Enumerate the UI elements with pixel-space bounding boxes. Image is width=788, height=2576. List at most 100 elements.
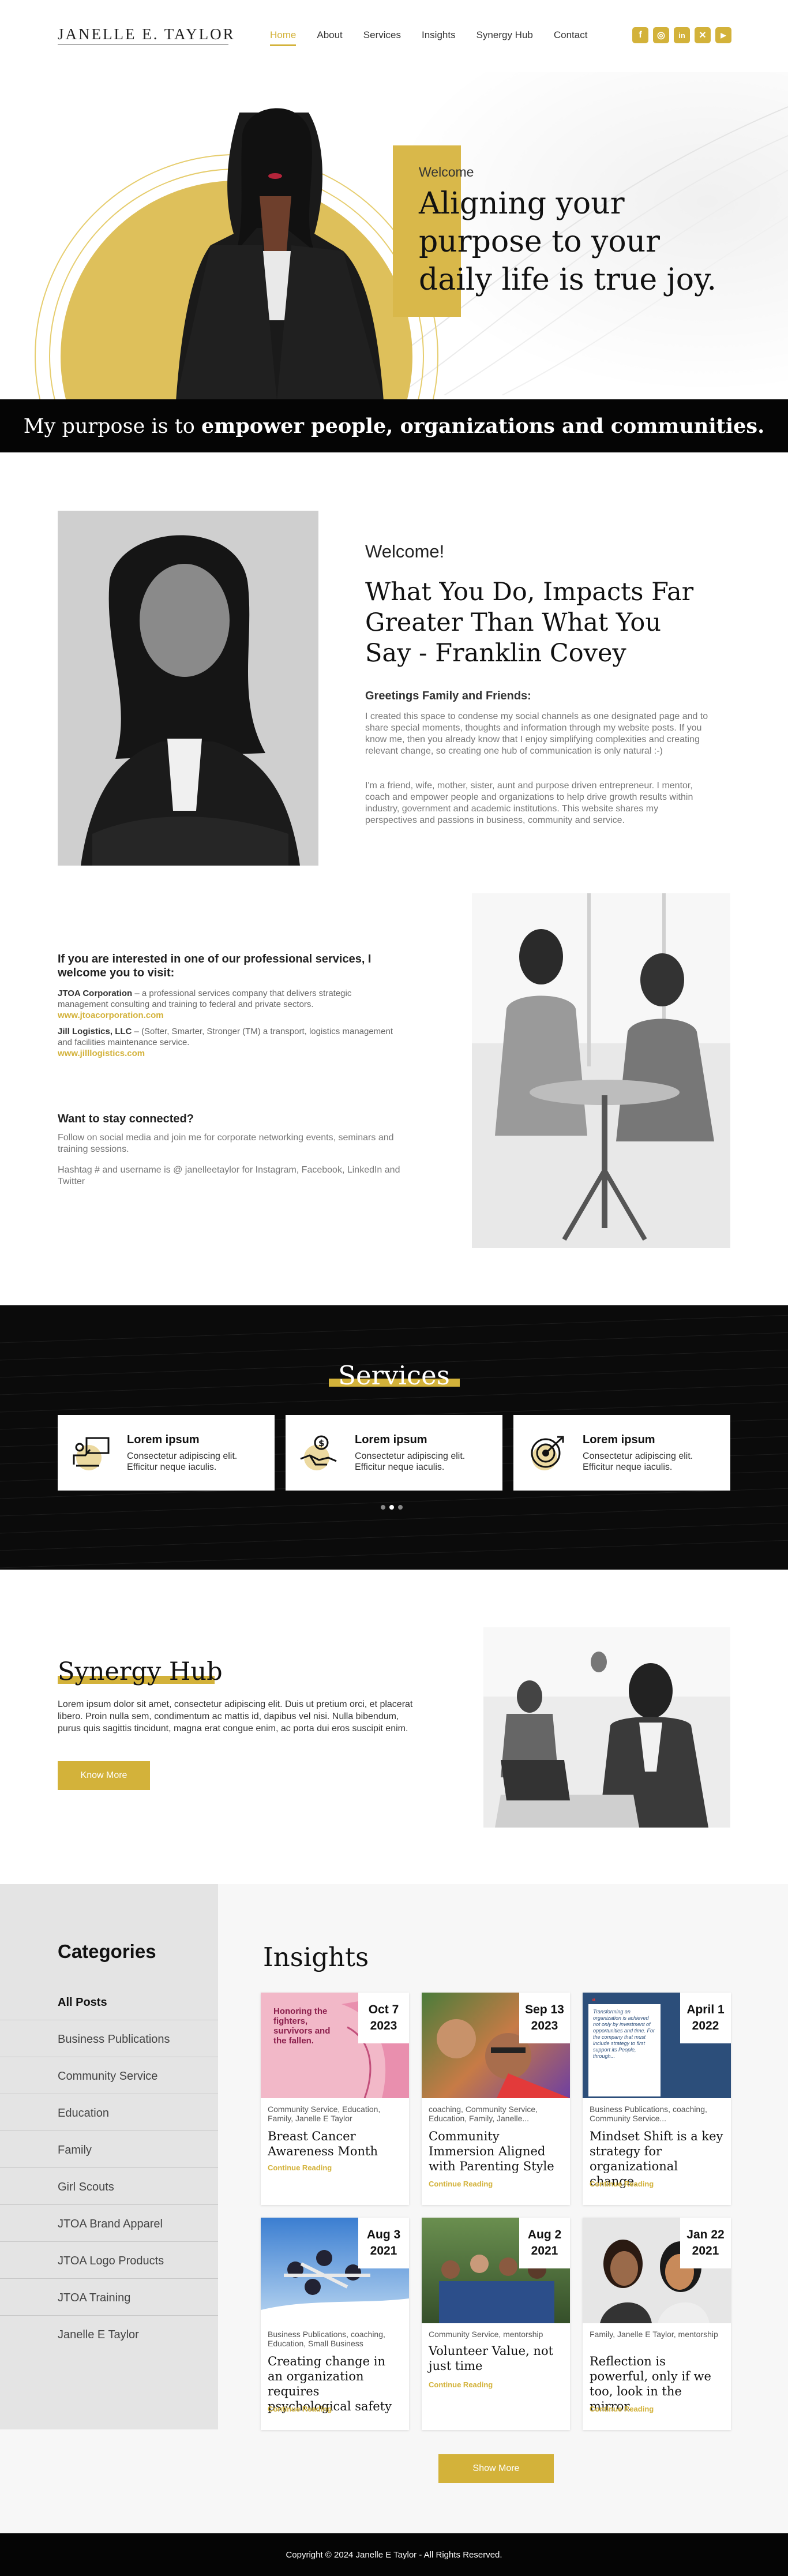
svg-text:$: $ [318,1438,324,1448]
insights-section: Categories All Posts Business Publicatio… [0,1884,788,2533]
company-link[interactable]: www.jtoacorporation.com [58,1010,164,1020]
target-icon [531,1436,564,1470]
post-date-year: 2021 [531,2244,558,2257]
company-link[interactable]: www.jilllogistics.com [58,1049,145,1058]
site-footer: Copyright © 2024 Janelle E Taylor - All … [0,2533,788,2576]
service-card-desc: Consectetur adipiscing elit. Efficitur n… [583,1451,693,1472]
youtube-icon[interactable]: ▶ [715,27,731,43]
post-date-day: April 1 [686,2003,725,2016]
nav-synergy-hub[interactable]: Synergy Hub [476,29,533,46]
continue-reading-link[interactable]: Continue Reading [590,2405,654,2413]
copyright-text: Copyright © 2024 Janelle E Taylor - All … [286,2549,502,2560]
carousel-dot[interactable] [398,1505,403,1510]
post-date-day: Aug 2 [527,2228,562,2241]
hero-quote: Aligning your purpose to your daily life… [419,186,717,297]
continue-reading-link[interactable]: Continue Reading [429,2380,493,2389]
nav-home[interactable]: Home [270,29,297,46]
post-date-day: Jan 22 [686,2228,725,2241]
service-card-1[interactable]: Lorem ipsum Consectetur adipiscing elit.… [58,1415,275,1491]
post-card[interactable]: Jan 22 2021 Family, Janelle E Taylor, men… [583,2218,731,2430]
company-name: JTOA Corporation [58,989,133,998]
x-icon[interactable]: ✕ [695,27,711,43]
service-card-title: Lorem ipsum [355,1433,427,1446]
hashtag-text: Hashtag # and username is @ janelleetayl… [58,1165,400,1186]
category-education[interactable]: Education [0,2094,218,2131]
service-card-2[interactable]: $ Lorem ipsum Consectetur adipiscing eli… [286,1415,502,1491]
list-item: Jill Logistics, LLC – (Softer, Smarter, … [58,1026,404,1059]
post-image-text: Transforming an organization is achieved… [588,2004,661,2096]
services-section: Services Lorem ipsum Consectetur adipisc… [0,1305,788,1570]
categories-sidebar: Categories All Posts Business Publicatio… [0,1884,218,2429]
post-date-day: Oct 7 [368,2003,399,2016]
synergy-text: Lorem ipsum dolor sit amet, consectetur … [58,1699,413,1733]
carousel-dot[interactable] [381,1505,385,1510]
category-business-publications[interactable]: Business Publications [0,2020,218,2057]
category-community-service[interactable]: Community Service [0,2057,218,2094]
service-card-title: Lorem ipsum [127,1433,200,1446]
category-label: Education [58,2107,109,2120]
insights-title: Insights [263,1942,369,1972]
service-card-desc: Consectetur adipiscing elit. Efficitur n… [127,1451,238,1472]
category-all-posts[interactable]: All Posts [0,1983,218,2020]
post-card[interactable]: Transforming an organization is achieved… [583,1993,731,2205]
category-label: All Posts [58,1996,107,2009]
show-more-button[interactable]: Show More [438,2454,554,2483]
linkedin-icon[interactable]: in [674,27,690,43]
service-card-desc: Consectetur adipiscing elit. Efficitur n… [355,1451,466,1472]
category-girl-scouts[interactable]: Girl Scouts [0,2168,218,2205]
welcome-paragraph-2: I'm a friend, wife, mother, sister, aunt… [365,781,693,825]
continue-reading-link[interactable]: Continue Reading [590,2180,654,2188]
post-card[interactable]: Aug 3 2021 Business Publications, coachin… [261,2218,409,2430]
service-card-3[interactable]: Lorem ipsum Consectetur adipiscing elit.… [513,1415,730,1491]
post-title[interactable]: Volunteer Value, not just time [429,2343,564,2373]
post-title[interactable]: Community Immersion Aligned with Parenti… [429,2129,564,2174]
categories-title: Categories [58,1941,156,1962]
post-image-text: Honoring the fighters, survivors and the… [273,2006,331,2046]
post-tags: Community Service, Education, Family, Ja… [268,2105,381,2123]
category-label: JTOA Brand Apparel [58,2218,163,2230]
post-date-day: Sep 13 [525,2003,564,2016]
nav-about[interactable]: About [317,29,342,46]
category-family[interactable]: Family [0,2131,218,2168]
continue-reading-link[interactable]: Continue Reading [268,2405,332,2413]
hero-welcome: Welcome [419,164,474,179]
continue-reading-link[interactable]: Continue Reading [268,2163,332,2172]
nav-services[interactable]: Services [363,29,401,46]
post-card[interactable]: Sep 13 2023 coaching, Community Service, … [422,1993,570,2205]
category-jtoa-brand-apparel[interactable]: JTOA Brand Apparel [0,2205,218,2242]
category-jtoa-training[interactable]: JTOA Training [0,2279,218,2316]
post-tags: Community Service, mentorship [429,2330,543,2339]
site-logo[interactable]: JANELLE E. TAYLOR [58,25,235,43]
continue-reading-link[interactable]: Continue Reading [429,2180,493,2188]
welcome-greeting: Greetings Family and Friends: [365,690,531,702]
purpose-prefix: My purpose is to [23,414,201,438]
welcome-paragraph-1: I created this space to condense my soci… [365,712,708,756]
post-date-year: 2021 [692,2244,719,2257]
nav-insights[interactable]: Insights [422,29,456,46]
synergy-title: Synergy Hub [58,1657,223,1686]
post-card[interactable]: Honoring the fighters, survivors and the… [261,1993,409,2205]
know-more-button[interactable]: Know More [58,1761,150,1790]
post-tags: coaching, Community Service, Education, … [429,2105,538,2123]
welcome-quote: What You Do, Impacts Far Greater Than Wh… [365,578,694,668]
professional-list: JTOA Corporation – a professional servic… [58,988,404,1064]
instagram-icon[interactable]: ◎ [653,27,669,43]
hero-section: Welcome Aligning your purpose to your da… [0,72,788,399]
category-label: Girl Scouts [58,2181,114,2193]
portrait-photo [58,511,318,866]
category-label: Family [58,2144,92,2156]
facebook-icon[interactable]: f [632,27,648,43]
carousel-dot-active[interactable] [389,1505,394,1510]
post-date-year: 2021 [370,2244,397,2257]
post-card[interactable]: Aug 2 2021 Community Service, mentorship … [422,2218,570,2430]
presentation-icon [73,1437,110,1470]
category-label: Business Publications [58,2033,170,2046]
nav-contact[interactable]: Contact [554,29,588,46]
category-janelle-e-taylor[interactable]: Janelle E Taylor [0,2316,218,2353]
post-title[interactable]: Breast Cancer Awareness Month [268,2129,403,2159]
service-card-title: Lorem ipsum [583,1433,655,1446]
professional-intro: If you are interested in one of our prof… [58,953,372,979]
post-date-year: 2023 [531,2019,558,2032]
category-jtoa-logo-products[interactable]: JTOA Logo Products [0,2242,218,2279]
category-label: JTOA Training [58,2292,131,2304]
